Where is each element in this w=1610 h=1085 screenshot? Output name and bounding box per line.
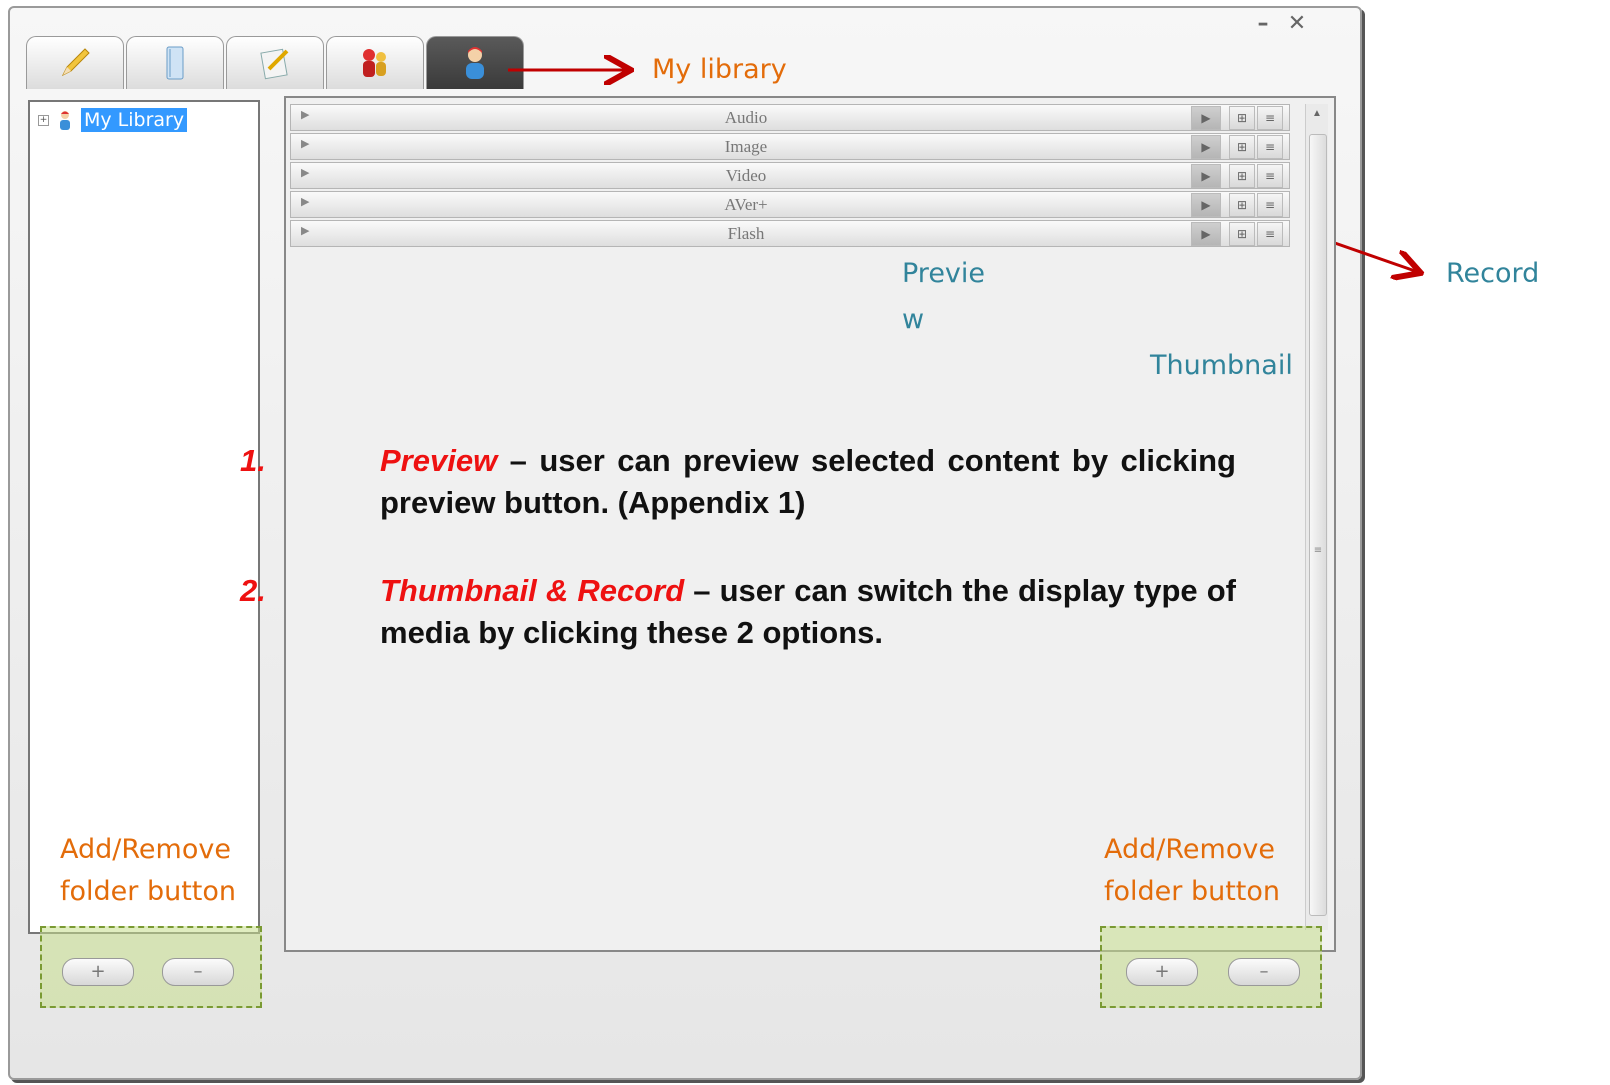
note-term: Thumbnail & Record [380,573,685,608]
record-view-button[interactable]: ≡ [1257,135,1283,159]
tab-my-library[interactable] [426,36,524,89]
preview-button[interactable]: ▶ [1191,164,1221,188]
user-icon [60,111,70,130]
tree-label[interactable]: My Library [81,108,188,132]
note-number: 2. [240,573,266,608]
note-thumbnail-record: 2. Thumbnail & Record – user can switch t… [240,570,1236,654]
media-row-video[interactable]: ▶ Video ▶ ⊞ ≡ [290,162,1290,189]
left-folder-buttons-highlight: + – [40,926,262,1008]
thumbnail-view-button[interactable]: ⊞ [1229,106,1255,130]
note-text: – user can preview selected content by c… [380,443,1236,520]
thumbnail-view-button[interactable]: ⊞ [1229,193,1255,217]
vertical-scrollbar[interactable]: ▲ ≡ [1305,104,1328,930]
close-icon[interactable]: ✕ [1284,12,1310,36]
tab-edit[interactable] [226,36,324,89]
thumbnail-view-button[interactable]: ⊞ [1229,222,1255,246]
remove-folder-button[interactable]: – [162,958,234,986]
record-view-button[interactable]: ≡ [1257,106,1283,130]
tab-pencil[interactable] [26,36,124,89]
annotation-my-library: My library [652,54,787,85]
right-folder-buttons-highlight: + – [1100,926,1322,1008]
edit-document-icon [260,48,289,80]
media-row-image[interactable]: ▶ Image ▶ ⊞ ≡ [290,133,1290,160]
book-icon [166,46,184,80]
media-row-label: Audio [724,108,768,127]
people-icon [363,49,386,77]
annotation-thumbnail: Thumbnail [1150,350,1293,381]
tab-book[interactable] [126,36,224,89]
scroll-thumb[interactable]: ≡ [1309,134,1327,916]
media-row-label: Image [724,137,768,156]
note-number: 1. [240,443,266,478]
thumbnail-view-button[interactable]: ⊞ [1229,135,1255,159]
note-term: Preview [380,443,498,478]
remove-media-button[interactable]: – [1228,958,1300,986]
media-row-aver-plus[interactable]: ▶ AVer+ ▶ ⊞ ≡ [290,191,1290,218]
annotation-add-remove-left-1: Add/Remove [60,834,231,865]
user-library-icon [466,47,484,79]
record-view-button[interactable]: ≡ [1257,222,1283,246]
thumbnail-view-button[interactable]: ⊞ [1229,164,1255,188]
scroll-up-icon[interactable]: ▲ [1306,108,1328,119]
annotation-preview-line1: Previe [902,258,986,289]
media-panel: ▶ Audio ▶ ⊞ ≡ ▶ Image ▶ ⊞ ≡ ▶ Video ▶ ⊞ … [284,96,1336,952]
media-row-label: AVer+ [724,195,768,214]
preview-button[interactable]: ▶ [1191,135,1221,159]
annotation-record: Record [1446,258,1540,289]
annotation-add-remove-right-2: folder button [1104,876,1281,907]
record-view-button[interactable]: ≡ [1257,193,1283,217]
preview-button[interactable]: ▶ [1191,222,1221,246]
preview-button[interactable]: ▶ [1191,106,1221,130]
preview-button[interactable]: ▶ [1191,193,1221,217]
note-preview: 1. Preview – user can preview selected co… [240,440,1236,524]
tree-item-my-library[interactable]: + My Library [38,108,188,132]
folder-tree: + My Library [28,100,260,934]
tab-people[interactable] [326,36,424,89]
media-row-audio[interactable]: ▶ Audio ▶ ⊞ ≡ [290,104,1290,131]
media-row-flash[interactable]: ▶ Flash ▶ ⊞ ≡ [290,220,1290,247]
record-view-button[interactable]: ≡ [1257,164,1283,188]
media-list: ▶ Audio ▶ ⊞ ≡ ▶ Image ▶ ⊞ ≡ ▶ Video ▶ ⊞ … [290,104,1290,249]
annotation-add-remove-right-1: Add/Remove [1104,834,1275,865]
expand-icon[interactable]: + [38,114,49,126]
add-folder-button[interactable]: + [62,958,134,986]
annotation-preview-line2: w [902,304,925,335]
pencil-icon [61,48,90,77]
add-media-button[interactable]: + [1126,958,1198,986]
minimize-icon[interactable]: – [1250,12,1276,36]
media-row-label: Flash [727,224,765,243]
media-row-label: Video [725,166,767,185]
annotation-add-remove-left-2: folder button [60,876,237,907]
grip-icon: ≡ [1313,545,1323,556]
